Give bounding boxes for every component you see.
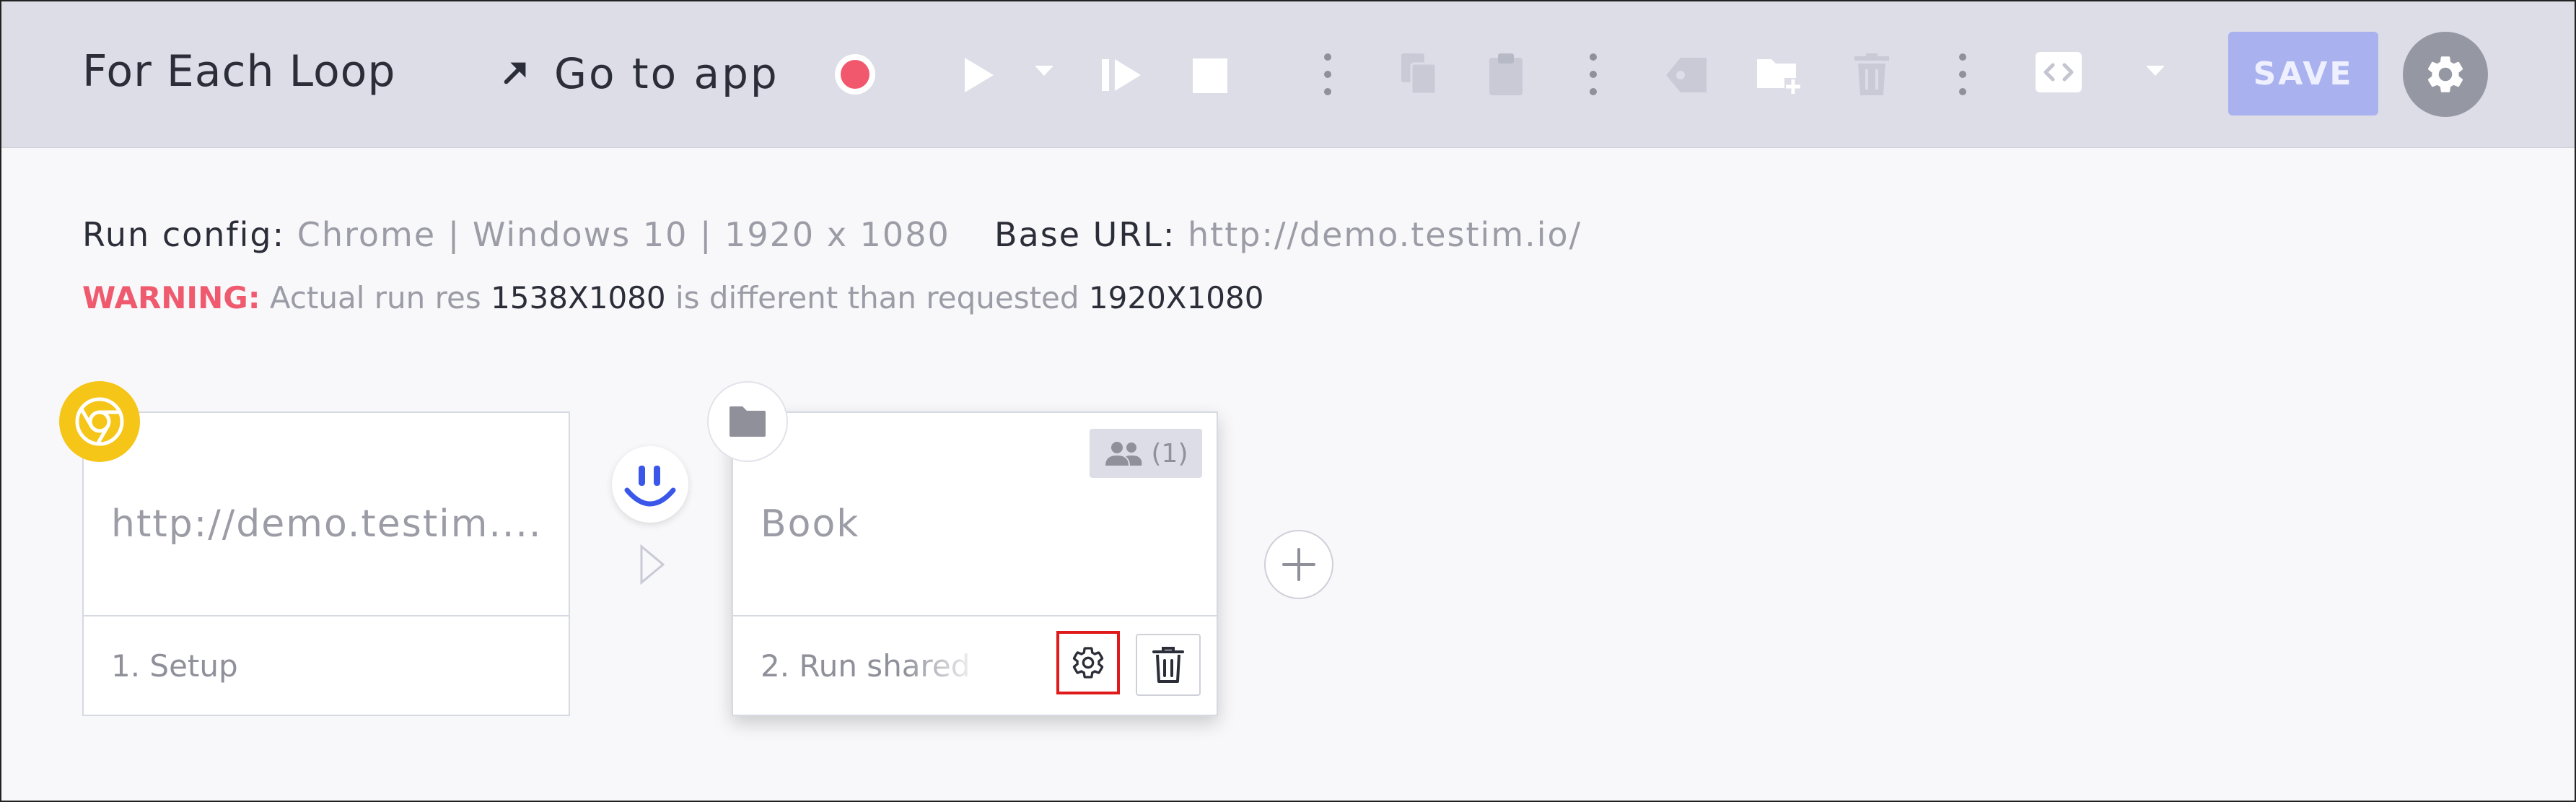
base-url-value: http://demo.testim.io/: [1188, 215, 1582, 254]
code-dropdown-button[interactable]: [2145, 64, 2166, 78]
code-icon: [2036, 52, 2082, 92]
record-icon: [835, 54, 875, 95]
warning-text-2: is different than requested: [675, 280, 1079, 315]
gear-icon: [1072, 647, 1104, 679]
shared-usage-badge[interactable]: (1): [1090, 429, 1202, 478]
save-button[interactable]: SAVE: [2228, 32, 2378, 115]
page-title: For Each Loop: [82, 46, 396, 97]
more-options-button-3[interactable]: [1954, 51, 1971, 98]
chrome-badge: [59, 381, 140, 462]
delete-button[interactable]: [1853, 52, 1891, 97]
more-vertical-icon: [1324, 53, 1331, 95]
step-title: http://demo.testim....: [111, 502, 543, 546]
step-delete-button[interactable]: [1136, 634, 1201, 696]
add-step-button[interactable]: [1264, 530, 1333, 599]
card-divider: [733, 615, 1217, 616]
play-icon: [965, 58, 994, 92]
record-button[interactable]: [833, 52, 877, 97]
more-options-button[interactable]: [1319, 51, 1336, 98]
folder-icon: [730, 406, 766, 437]
delete-icon: [1854, 53, 1889, 95]
go-to-app-link[interactable]: Go to app: [499, 45, 779, 103]
step-settings-button[interactable]: [1056, 631, 1120, 694]
step-title: Book: [761, 502, 860, 546]
pause-smile-icon: [624, 466, 676, 507]
code-dropdown-icon: [2146, 66, 2165, 76]
connector-arrow-icon: [639, 544, 665, 588]
people-icon: [1105, 442, 1142, 466]
go-to-app-arrow-icon: [499, 56, 533, 92]
play-button[interactable]: [961, 55, 997, 95]
warning-requested-resolution: 1920X1080: [1088, 280, 1264, 315]
code-button[interactable]: [2035, 51, 2082, 94]
paste-icon: [1489, 53, 1523, 95]
stop-button[interactable]: [1192, 58, 1228, 94]
step-footer-label: 1. Setup: [111, 648, 238, 684]
warning-text-1: Actual run res: [269, 280, 481, 315]
chrome-icon: [75, 397, 124, 446]
base-url-label: Base URL:: [994, 215, 1176, 254]
warning-actual-resolution: 1538X1080: [491, 280, 666, 315]
run-config-value: Chrome | Windows 10 | 1920 x 1080: [297, 215, 950, 254]
app-frame: For Each Loop Go to app SAVE Run config:…: [0, 0, 2576, 802]
copy-icon: [1401, 53, 1437, 95]
play-dropdown-icon: [1035, 66, 1053, 76]
warning-label: WARNING:: [82, 280, 260, 315]
more-vertical-icon: [1959, 53, 1966, 95]
card-divider: [84, 615, 569, 616]
more-options-button-2[interactable]: [1585, 51, 1602, 98]
shared-count: (1): [1151, 438, 1188, 468]
tag-icon: [1666, 58, 1707, 92]
run-config-label: Run config:: [82, 215, 286, 254]
step-card-setup[interactable]: http://demo.testim.... 1. Setup: [82, 411, 570, 716]
go-to-app-label: Go to app: [554, 49, 779, 98]
copy-button[interactable]: [1400, 52, 1439, 97]
run-config-line: Run config: Chrome | Windows 10 | 1920 x…: [82, 215, 1582, 254]
step-forward-button[interactable]: [1101, 56, 1143, 94]
paste-button[interactable]: [1488, 52, 1524, 97]
folder-badge: [707, 381, 788, 462]
stop-icon: [1193, 58, 1227, 93]
trash-icon: [1152, 647, 1184, 683]
tag-button[interactable]: [1664, 53, 1709, 97]
resolution-warning: WARNING: Actual run res 1538X1080 is dif…: [82, 280, 1263, 315]
add-folder-icon: [1757, 59, 1802, 95]
more-vertical-icon: [1590, 53, 1597, 95]
step-forward-icon: [1102, 59, 1141, 91]
pause-indicator[interactable]: [612, 446, 688, 523]
add-folder-button[interactable]: [1755, 52, 1802, 97]
play-dropdown-button[interactable]: [1033, 64, 1055, 78]
settings-button[interactable]: [2403, 32, 2488, 117]
footer-fade: [903, 637, 983, 694]
top-toolbar: For Each Loop Go to app SAVE: [1, 1, 2575, 148]
plus-icon: [1282, 548, 1315, 581]
settings-gear-icon: [2427, 56, 2463, 92]
